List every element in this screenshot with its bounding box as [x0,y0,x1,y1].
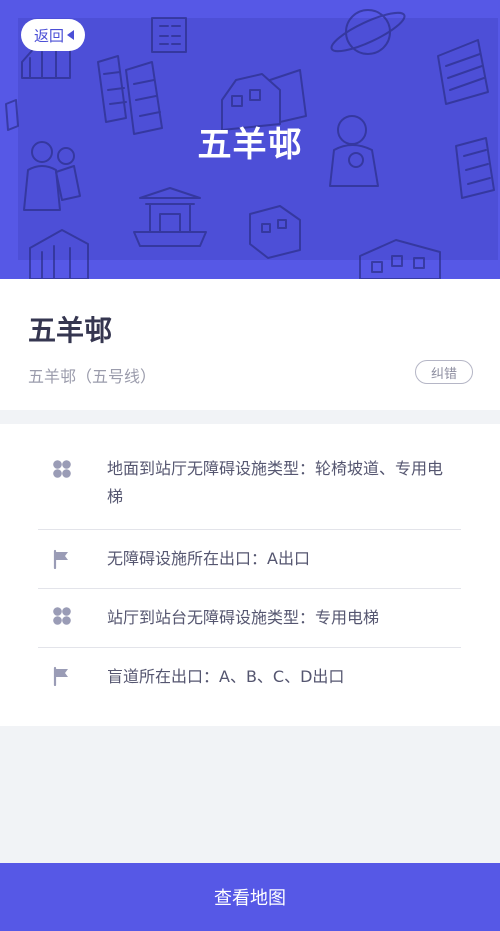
page-title: 五羊邨 [197,125,303,165]
list-item: 地面到站厅无障碍设施类型：轮椅坡道、专用电梯 [38,452,461,530]
flag-icon [53,666,68,686]
clover-icon [53,460,71,478]
station-name: 五羊邨 [28,314,113,347]
back-button[interactable]: 返回 [21,19,85,51]
accessibility-facilities-list: 地面到站厅无障碍设施类型：轮椅坡道、专用电梯 无障碍设施所在出口：A出口 站厅到… [0,424,500,726]
chevron-left-icon [67,30,74,40]
list-item: 盲道所在出口：A、B、C、D出口 [38,648,461,708]
station-line-subtitle: 五羊邨（五号线） [28,367,157,386]
facility-text: 地面到站厅无障碍设施类型：轮椅坡道、专用电梯 [107,459,444,506]
facility-text: 无障碍设施所在出口：A出口 [107,549,310,568]
station-info-card: 五羊邨 五羊邨（五号线） 纠错 [0,279,500,410]
clover-icon [53,607,71,625]
view-map-button[interactable]: 查看地图 [0,863,500,931]
facility-text: 站厅到站台无障碍设施类型：专用电梯 [107,608,380,627]
report-error-button[interactable]: 纠错 [415,360,473,384]
flag-icon [53,549,68,569]
list-item: 站厅到站台无障碍设施类型：专用电梯 [38,589,461,648]
hero-banner: 返回 五羊邨 [0,0,500,279]
list-item: 无障碍设施所在出口：A出口 [38,530,461,589]
view-map-label: 查看地图 [214,888,286,909]
facility-text: 盲道所在出口：A、B、C、D出口 [107,667,345,686]
back-button-label: 返回 [33,26,64,45]
